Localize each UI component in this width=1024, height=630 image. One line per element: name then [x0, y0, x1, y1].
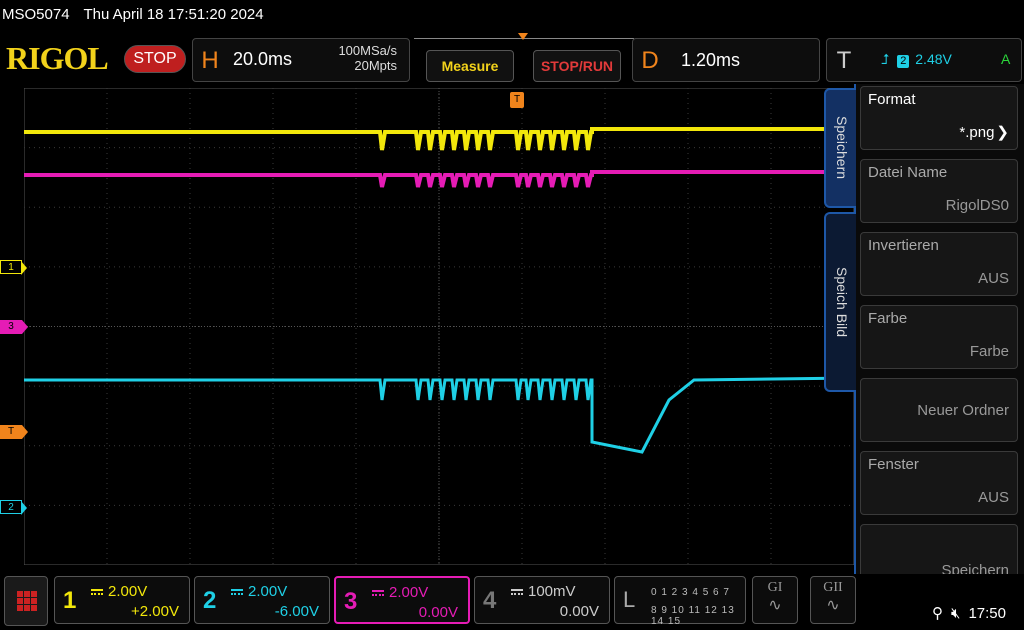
- stop-run-button[interactable]: STOP/RUN: [533, 50, 621, 82]
- menu-invert-value: AUS: [978, 270, 1009, 287]
- ch3-offset-marker[interactable]: 3: [0, 320, 28, 334]
- tab-speichern[interactable]: Speichern: [824, 88, 856, 208]
- menu-file-name-value: RigolDS0: [945, 197, 1009, 214]
- channel-1-box[interactable]: 1 2.00V +2.00V: [54, 576, 190, 624]
- model-name: MSO5074: [2, 6, 70, 23]
- rising-edge-icon: ⮥: [881, 51, 890, 67]
- tab-speich-bild[interactable]: Speich Bild: [824, 212, 856, 392]
- channel-3-scale: 2.00V: [372, 584, 428, 601]
- ch2-offset-marker[interactable]: 2: [0, 500, 27, 515]
- menu-format-label: Format: [868, 91, 916, 108]
- trigger-mode: A: [1001, 51, 1011, 67]
- menu-file-name-label: Datei Name: [868, 164, 948, 181]
- dc-coupling-icon: [91, 589, 103, 596]
- channel-2-offset: -6.00V: [274, 603, 319, 620]
- measure-button[interactable]: Measure: [426, 50, 514, 82]
- horizontal-control[interactable]: H 20.0ms 100MSa/s 20Mpts: [192, 38, 410, 82]
- channel-4-scale: 100mV: [511, 583, 576, 600]
- horizontal-letter: H: [201, 47, 219, 74]
- acquisition-info: 100MSa/s 20Mpts: [338, 43, 397, 73]
- oscilloscope-screen: MSO5074 Thu April 18 17:51:20 2024 RIGOL…: [0, 0, 1024, 630]
- run-state-badge[interactable]: STOP: [124, 45, 186, 73]
- trigger-info: ⮥ 2 2.48V A: [881, 51, 1010, 68]
- menu-window[interactable]: Fenster AUS: [860, 451, 1018, 515]
- datetime: Thu April 18 17:51:20 2024: [83, 6, 264, 23]
- channel-1-offset: +2.00V: [131, 603, 179, 620]
- waveform-display[interactable]: [24, 88, 854, 565]
- trigger-source: 2: [897, 55, 910, 68]
- menu-format-value: *.png ❯: [959, 124, 1009, 141]
- usb-icon: ⚲: [932, 605, 943, 622]
- channel-2-scale: 2.00V: [231, 583, 287, 600]
- sample-rate: 100MSa/s: [338, 43, 397, 58]
- trigger-position-track: [414, 33, 634, 46]
- generator-1-button[interactable]: GI ∿: [752, 576, 798, 624]
- menu-format[interactable]: Format *.png ❯: [860, 86, 1018, 150]
- trigger-letter: T: [836, 47, 852, 74]
- dc-coupling-icon: [511, 589, 523, 596]
- sine-wave-icon: ∿: [826, 597, 840, 614]
- menu-invert[interactable]: Invertieren AUS: [860, 232, 1018, 296]
- trigger-level-marker[interactable]: T: [0, 425, 28, 439]
- menu-file-name[interactable]: Datei Name RigolDS0: [860, 159, 1018, 223]
- trigger-level: 2.48V: [915, 51, 952, 67]
- channel-1-scale: 2.00V: [91, 583, 147, 600]
- logic-channels-row1: 0 1 2 3 4 5 6 7: [651, 587, 730, 598]
- logic-channels-row2: 8 9 10 11 12 13 14 15: [651, 605, 735, 627]
- logic-letter: L: [623, 587, 636, 612]
- grid-menu-icon: [17, 591, 37, 611]
- memory-depth: 20Mpts: [354, 58, 397, 73]
- channel-2-number: 2: [203, 587, 217, 614]
- timebase-value: 20.0ms: [233, 49, 293, 69]
- menu-invert-label: Invertieren: [868, 237, 939, 254]
- channel-1-number: 1: [63, 587, 77, 614]
- ch1-offset-marker[interactable]: 1: [0, 260, 27, 275]
- waveform-canvas: [24, 88, 854, 565]
- main-menu-button[interactable]: [4, 576, 48, 626]
- menu-window-label: Fenster: [868, 456, 919, 473]
- menu-color-label: Farbe: [868, 310, 908, 327]
- menu-new-folder-value: Neuer Ordner: [917, 402, 1009, 419]
- chevron-right-icon: ❯: [996, 124, 1009, 141]
- menu-color[interactable]: Farbe Farbe: [860, 305, 1018, 369]
- generator-2-button[interactable]: GII ∿: [810, 576, 856, 624]
- channel-2-box[interactable]: 2 2.00V -6.00V: [194, 576, 330, 624]
- menu-color-value: Farbe: [969, 343, 1009, 360]
- generator-2-label: GII: [823, 580, 843, 595]
- speaker-muted-icon: 🔇︎: [951, 605, 961, 622]
- dc-coupling-icon: [372, 590, 384, 597]
- channel-3-offset: 0.00V: [418, 604, 458, 621]
- channel-4-number: 4: [483, 587, 497, 614]
- trigger-position-marker-icon: [518, 33, 528, 40]
- channel-3-box[interactable]: 3 2.00V 0.00V: [334, 576, 470, 624]
- delay-value: 1.20ms: [681, 50, 741, 70]
- delay-letter: D: [641, 47, 659, 74]
- title-bar: MSO5074 Thu April 18 17:51:20 2024: [0, 0, 1024, 34]
- channel-4-box[interactable]: 4 100mV 0.00V: [474, 576, 610, 624]
- menu-new-folder[interactable]: Neuer Ordner: [860, 378, 1018, 442]
- channel-4-offset: 0.00V: [559, 603, 599, 620]
- clock-time: 17:50: [968, 605, 1006, 622]
- status-area: ⚲ 🔇︎ 17:50: [924, 604, 1006, 622]
- save-side-menu: Speichern Speich Bild Format *.png ❯ Date…: [824, 84, 1024, 594]
- generator-1-label: GI: [767, 580, 783, 595]
- dc-coupling-icon: [231, 589, 243, 596]
- logic-analyzer-box[interactable]: L 0 1 2 3 4 5 6 7 8 9 10 11 12 13 14 15: [614, 576, 746, 627]
- rigol-logo: RIGOL: [6, 40, 109, 76]
- menu-window-value: AUS: [978, 489, 1009, 506]
- trigger-time-marker[interactable]: T: [510, 92, 524, 108]
- delay-control[interactable]: D 1.20ms: [632, 38, 820, 82]
- trigger-control[interactable]: T ⮥ 2 2.48V A: [826, 38, 1022, 82]
- sine-wave-icon: ∿: [768, 597, 782, 614]
- channel-3-number: 3: [344, 588, 358, 615]
